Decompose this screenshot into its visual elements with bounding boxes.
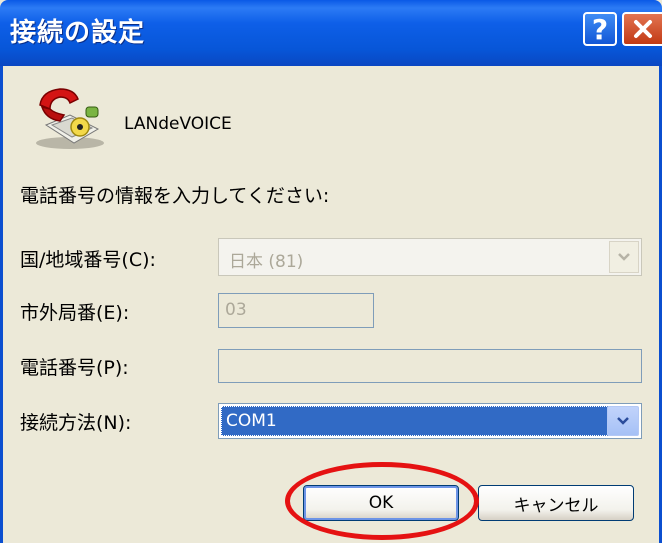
cancel-button[interactable]: キャンセル bbox=[478, 485, 634, 521]
connection-method-select[interactable]: COM1 bbox=[218, 403, 642, 439]
dialog-window: 接続の設定 ? LANdeVOICE 電話番号の情報を入力してください: 国/地… bbox=[0, 0, 662, 543]
help-button[interactable]: ? bbox=[583, 12, 617, 46]
title-bar[interactable]: 接続の設定 ? bbox=[0, 0, 662, 66]
app-name: LANdeVOICE bbox=[124, 114, 232, 134]
window-border-left bbox=[0, 66, 3, 543]
chevron-down-icon bbox=[618, 253, 630, 261]
connection-method-dropdown-button[interactable] bbox=[607, 406, 639, 436]
telephone-icon bbox=[30, 85, 110, 151]
close-button[interactable] bbox=[622, 12, 662, 46]
phone-number-input[interactable] bbox=[218, 349, 642, 383]
close-icon bbox=[634, 20, 652, 38]
country-select[interactable]: 日本 (81) bbox=[218, 238, 642, 276]
window-title: 接続の設定 bbox=[10, 18, 146, 48]
country-label: 国/地域番号(C): bbox=[20, 249, 156, 271]
area-code-input[interactable]: 03 bbox=[218, 293, 374, 328]
country-dropdown-button[interactable] bbox=[609, 241, 639, 273]
instruction-text: 電話番号の情報を入力してください: bbox=[20, 185, 330, 207]
area-code-value: 03 bbox=[225, 300, 247, 320]
ok-button[interactable]: OK bbox=[303, 485, 459, 521]
connection-method-selection: COM1 bbox=[221, 406, 609, 436]
chevron-down-icon bbox=[617, 417, 629, 425]
country-value: 日本 (81) bbox=[229, 252, 304, 272]
connection-method-label: 接続方法(N): bbox=[20, 412, 132, 434]
help-icon: ? bbox=[591, 12, 609, 46]
area-code-label: 市外局番(E): bbox=[20, 302, 130, 324]
connection-method-value: COM1 bbox=[226, 411, 277, 431]
phone-number-label: 電話番号(P): bbox=[20, 357, 129, 379]
